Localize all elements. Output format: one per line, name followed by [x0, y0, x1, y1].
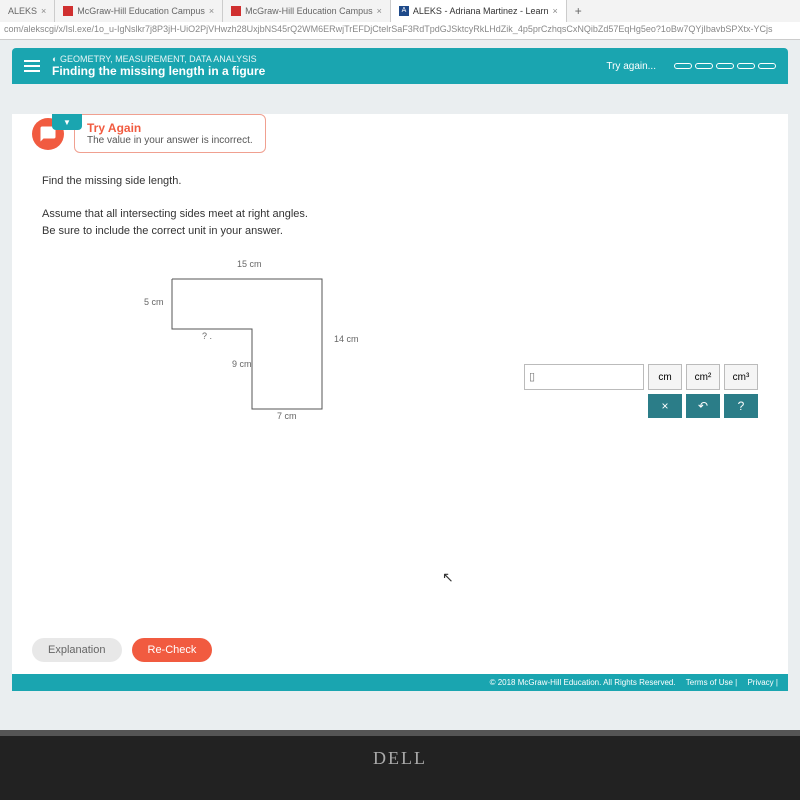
brand-logo: DELL [0, 736, 800, 769]
aleks-icon: A [399, 6, 409, 16]
bottom-bar: Explanation Re-Check [32, 638, 212, 662]
answer-palette: cm cm² cm³ × ↶ ? [524, 364, 758, 418]
answer-input[interactable] [524, 364, 644, 390]
module-info: GEOMETRY, MEASUREMENT, DATA ANALYSIS Fin… [52, 54, 594, 78]
geometry-figure: 15 cm 5 cm ? . 9 cm 14 cm 7 cm [162, 259, 362, 429]
dropdown-tab[interactable] [52, 114, 82, 130]
footer-copyright: © 2018 McGraw-Hill Education. All Rights… [490, 678, 676, 687]
tab-mcgraw-1[interactable]: McGraw-Hill Education Campus × [55, 0, 223, 22]
footer-privacy[interactable]: Privacy [747, 678, 773, 687]
tab-aleks-home[interactable]: ALEKS × [0, 0, 55, 22]
feedback-box: Try Again The value in your answer is in… [32, 114, 788, 153]
mouse-cursor-icon: ↖ [442, 569, 454, 586]
label-inner-h: 9 cm [232, 359, 252, 369]
tab-label: McGraw-Hill Education Campus [245, 6, 373, 16]
label-bottom: 7 cm [277, 411, 297, 421]
module-header: GEOMETRY, MEASUREMENT, DATA ANALYSIS Fin… [12, 48, 788, 84]
label-left: 5 cm [144, 297, 164, 307]
browser-tabs: ALEKS × McGraw-Hill Education Campus × M… [0, 0, 800, 22]
close-icon[interactable]: × [209, 6, 214, 16]
mcgraw-icon [63, 6, 73, 16]
problem-line: Assume that all intersecting sides meet … [42, 206, 788, 223]
clear-button[interactable]: × [648, 394, 682, 418]
unit-cm-button[interactable]: cm [648, 364, 682, 390]
close-icon[interactable]: × [41, 6, 46, 16]
new-tab-button[interactable]: + [567, 4, 590, 18]
laptop-bezel: DELL [0, 730, 800, 800]
module-title: Finding the missing length in a figure [52, 64, 594, 78]
feedback-message: The value in your answer is incorrect. [87, 135, 253, 146]
close-icon[interactable]: × [377, 6, 382, 16]
page: GEOMETRY, MEASUREMENT, DATA ANALYSIS Fin… [0, 40, 800, 800]
tab-aleks-learn[interactable]: A ALEKS - Adriana Martinez - Learn × [391, 0, 567, 22]
undo-button[interactable]: ↶ [686, 394, 720, 418]
problem-line: Find the missing side length. [42, 173, 788, 190]
try-again-label: Try again... [606, 61, 656, 72]
help-button[interactable]: ? [724, 394, 758, 418]
problem-statement: Find the missing side length. Assume tha… [42, 173, 788, 239]
footer-terms[interactable]: Terms of Use [686, 678, 733, 687]
close-icon[interactable]: × [553, 6, 558, 16]
tab-label: McGraw-Hill Education Campus [77, 6, 205, 16]
problem-line: Be sure to include the correct unit in y… [42, 223, 788, 240]
label-unknown: ? . [202, 331, 212, 341]
explanation-button[interactable]: Explanation [32, 638, 122, 662]
feedback-title: Try Again [87, 121, 253, 135]
unit-cm2-button[interactable]: cm² [686, 364, 720, 390]
address-bar[interactable]: com/alekscgi/x/Isl.exe/1o_u-IgNslkr7j8P3… [0, 22, 800, 40]
tab-mcgraw-2[interactable]: McGraw-Hill Education Campus × [223, 0, 391, 22]
recheck-button[interactable]: Re-Check [132, 638, 213, 662]
footer: © 2018 McGraw-Hill Education. All Rights… [12, 674, 788, 691]
tab-label: ALEKS [8, 6, 37, 16]
menu-icon[interactable] [24, 60, 40, 72]
feedback-text: Try Again The value in your answer is in… [74, 114, 266, 153]
content-card: Try Again The value in your answer is in… [12, 114, 788, 674]
module-category: GEOMETRY, MEASUREMENT, DATA ANALYSIS [52, 54, 594, 64]
label-right: 14 cm [334, 334, 359, 344]
figure-svg [162, 269, 332, 419]
progress-indicator [674, 63, 776, 69]
tab-label: ALEKS - Adriana Martinez - Learn [413, 6, 549, 16]
label-top: 15 cm [237, 259, 262, 269]
mcgraw-icon [231, 6, 241, 16]
unit-cm3-button[interactable]: cm³ [724, 364, 758, 390]
